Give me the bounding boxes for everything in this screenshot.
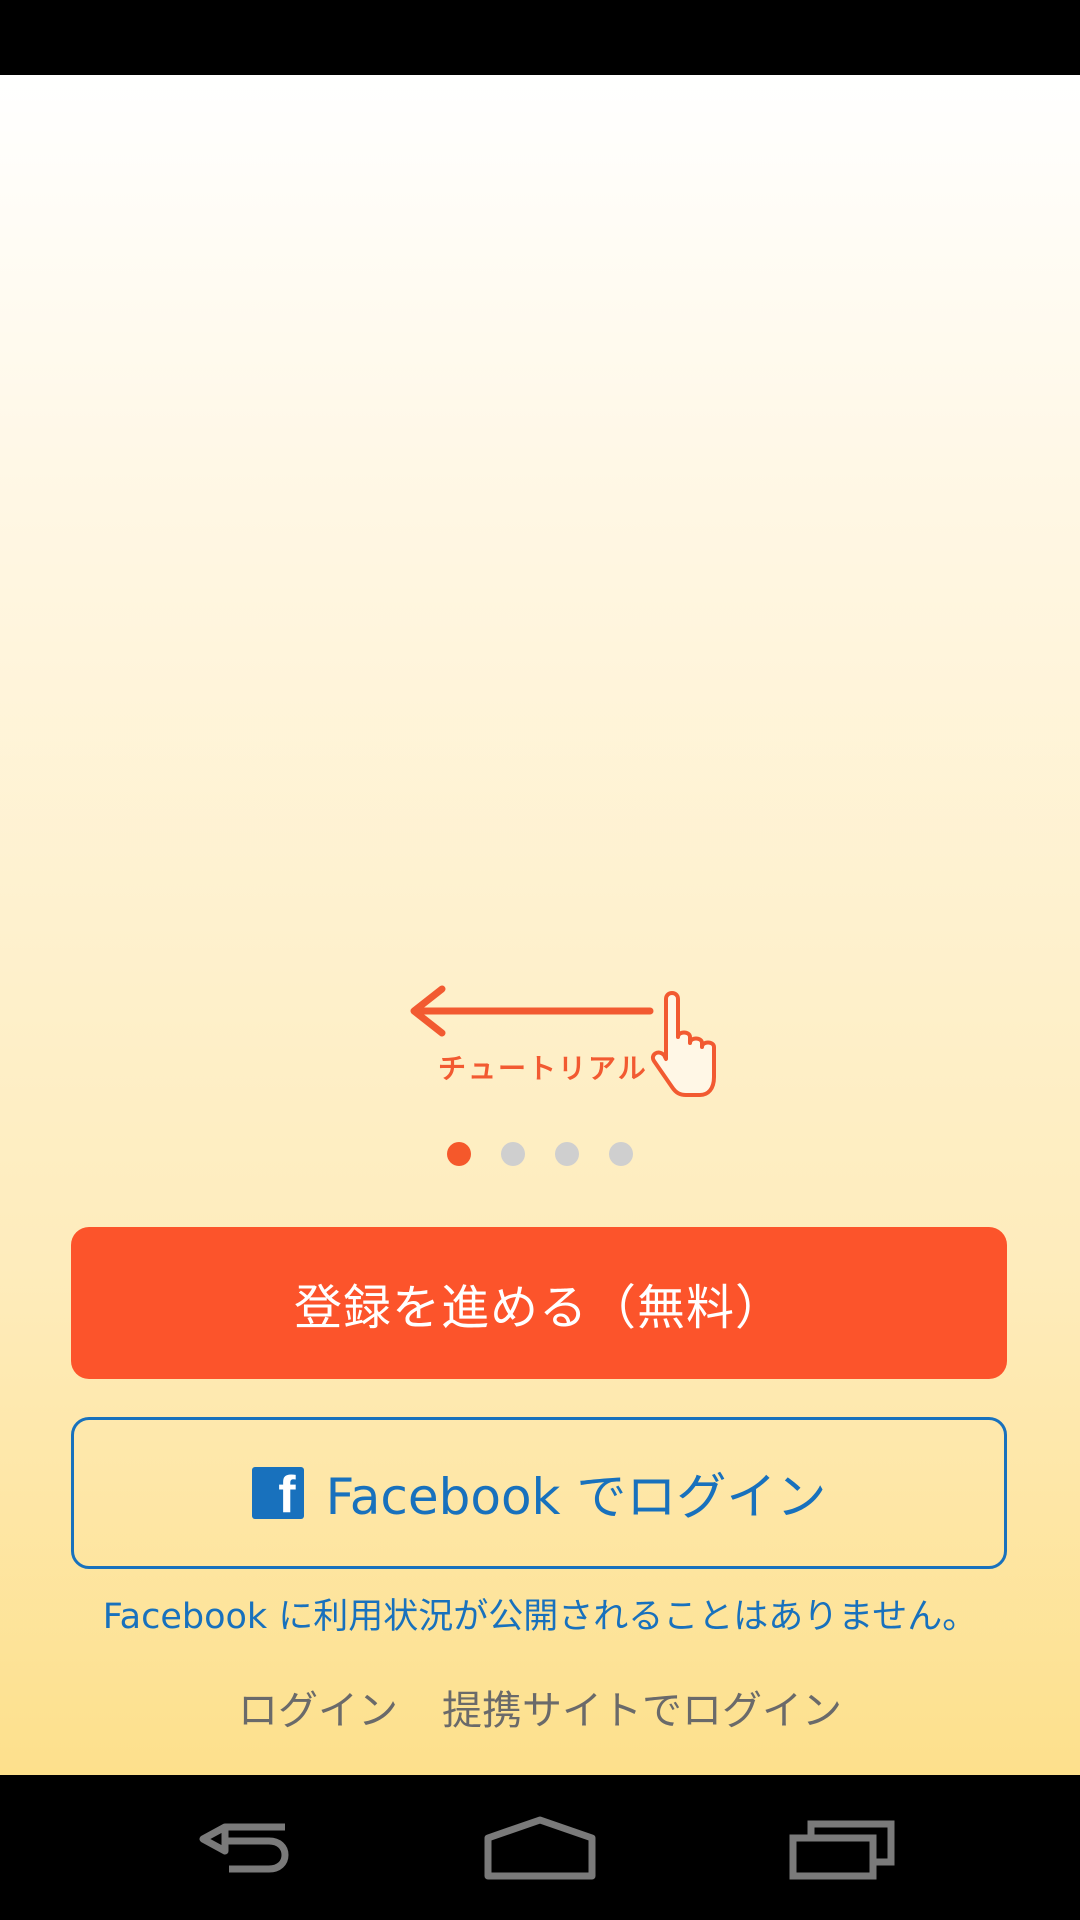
login-link[interactable]: ログイン xyxy=(238,1678,398,1736)
pointing-hand-icon xyxy=(651,991,716,1097)
page-dot xyxy=(555,1142,579,1166)
back-button[interactable] xyxy=(140,1775,340,1920)
navigation-bar xyxy=(0,1775,1080,1920)
facebook-login-button[interactable]: f Facebook でログイン xyxy=(71,1417,1007,1569)
home-button[interactable] xyxy=(440,1775,640,1920)
register-free-button[interactable]: 登録を進める（無料） xyxy=(71,1227,1007,1379)
facebook-login-label: Facebook でログイン xyxy=(325,1468,827,1526)
tutorial-label: チュートリアル xyxy=(438,1052,648,1085)
recents-button[interactable] xyxy=(742,1775,942,1920)
status-bar xyxy=(0,0,1080,75)
login-links: ログイン 提携サイトでログイン xyxy=(0,1678,1080,1736)
back-icon xyxy=(193,1823,289,1872)
facebook-privacy-note: Facebook に利用状況が公開されることはありません。 xyxy=(102,1597,978,1637)
page-dot xyxy=(447,1142,471,1166)
page-dot xyxy=(501,1142,525,1166)
page-dot xyxy=(609,1142,633,1166)
recents-icon xyxy=(789,1820,895,1879)
page-indicator xyxy=(0,1142,1080,1166)
swipe-tutorial-hint: チュートリアル xyxy=(400,985,730,1100)
facebook-icon: f xyxy=(251,1467,304,1521)
partner-login-link[interactable]: 提携サイトでログイン xyxy=(442,1678,842,1736)
home-icon xyxy=(484,1816,596,1879)
